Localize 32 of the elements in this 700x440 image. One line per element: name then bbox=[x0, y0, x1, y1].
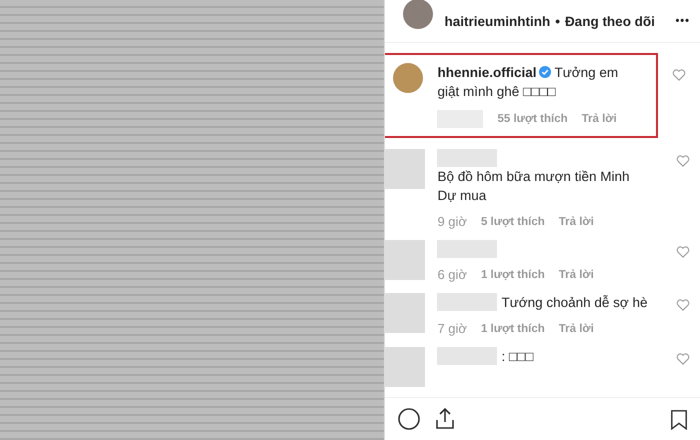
more-options-button[interactable]: ••• bbox=[675, 15, 690, 27]
avatar[interactable] bbox=[393, 63, 424, 93]
heart-icon[interactable] bbox=[672, 69, 686, 81]
reply-link[interactable]: Trả lời bbox=[558, 322, 594, 334]
reply-link[interactable]: Trả lời bbox=[558, 216, 594, 228]
heart-icon[interactable] bbox=[676, 353, 690, 365]
comment-icon[interactable] bbox=[397, 406, 422, 430]
blurred-username bbox=[437, 293, 498, 311]
separator-dot: • bbox=[555, 14, 560, 28]
heart-icon[interactable] bbox=[676, 246, 690, 258]
likes-count-link[interactable]: 1 lượt thích bbox=[480, 268, 545, 280]
reply-link[interactable]: Trả lời bbox=[558, 268, 594, 280]
comment-text: hhennie.official Tưởng em giật mình ghê □□□□ bbox=[437, 64, 620, 101]
likes-count-link[interactable]: 5 lượt thích bbox=[480, 216, 545, 228]
comment-text: Bộ đồ hôm bữa mượn tiền Minh Dự mua bbox=[437, 168, 630, 205]
blurred-username bbox=[437, 240, 498, 258]
blurred-username bbox=[437, 149, 498, 167]
comment-time: 7 giờ bbox=[437, 321, 467, 336]
avatar[interactable] bbox=[403, 0, 434, 29]
username-link[interactable]: haitrieuminhtinh bbox=[444, 14, 550, 28]
heart-icon[interactable] bbox=[676, 155, 690, 167]
likes-count-link[interactable]: 55 lượt thích bbox=[497, 113, 568, 125]
comment-time: 6 giờ bbox=[437, 267, 467, 282]
blurred-username bbox=[437, 347, 498, 365]
username-link[interactable]: hhennie.official bbox=[437, 65, 536, 80]
reply-link[interactable]: Trả lời bbox=[582, 113, 617, 125]
comment-time: 9 giờ bbox=[437, 214, 467, 229]
likes-count-link[interactable]: 1 lượt thích bbox=[480, 322, 545, 334]
following-status[interactable]: Đang theo dõi bbox=[564, 14, 655, 28]
comment-text: : □□□ bbox=[501, 348, 534, 366]
heart-icon[interactable] bbox=[676, 299, 690, 311]
comment-text: Tướng choảnh dễ sợ hè bbox=[501, 294, 648, 312]
